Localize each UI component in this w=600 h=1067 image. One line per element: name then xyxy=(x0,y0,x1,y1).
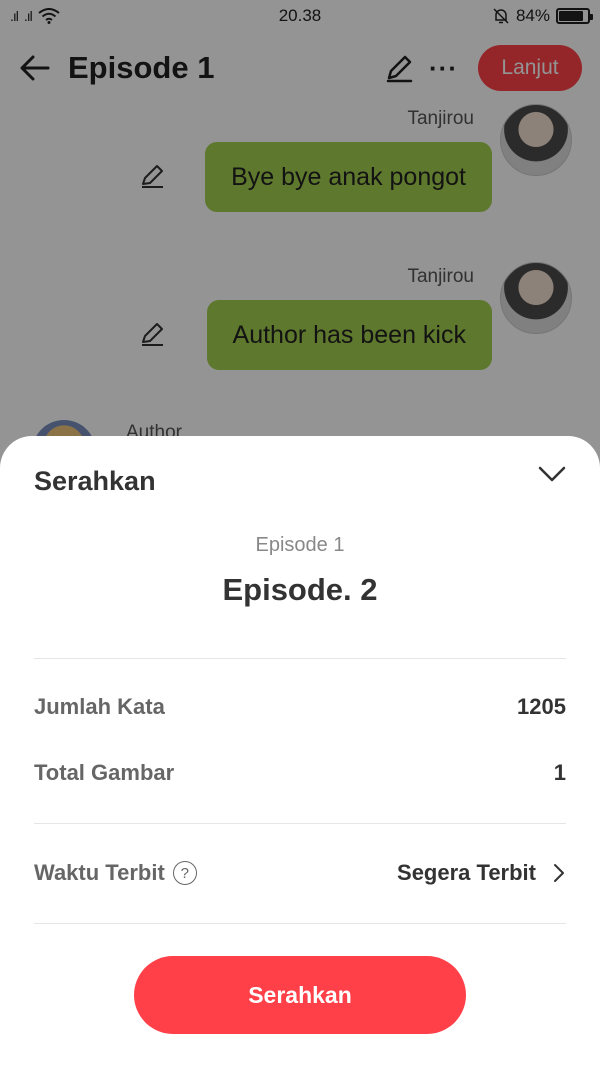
submit-button[interactable]: Serahkan xyxy=(134,956,466,1034)
image-count-label: Total Gambar xyxy=(34,760,175,785)
submit-sheet: Serahkan Episode 1 Episode. 2 Jumlah Kat… xyxy=(0,436,600,1067)
publish-time-value-group: Segera Terbit xyxy=(397,860,566,886)
sheet-title: Serahkan xyxy=(34,466,156,496)
word-count-label: Jumlah Kata xyxy=(34,694,165,719)
chevron-right-icon xyxy=(554,864,564,882)
word-count-value: 1205 xyxy=(517,694,566,719)
divider xyxy=(34,658,566,659)
image-count-row: Total Gambar 1 xyxy=(34,760,566,786)
episode-label: Episode 1 xyxy=(255,534,345,556)
help-icon[interactable]: ? xyxy=(172,861,197,885)
publish-time-label-group: Waktu Terbit ? xyxy=(34,860,197,886)
episode-title: Episode. 2 xyxy=(222,572,378,607)
publish-time-label: Waktu Terbit xyxy=(34,860,165,885)
publish-time-value: Segera Terbit xyxy=(397,860,536,885)
word-count-row: Jumlah Kata 1205 xyxy=(34,694,566,720)
divider xyxy=(34,923,566,924)
divider xyxy=(34,823,566,824)
chevron-down-icon[interactable] xyxy=(536,462,568,486)
image-count-value: 1 xyxy=(553,760,566,785)
publish-time-row[interactable]: Waktu Terbit ? Segera Terbit xyxy=(34,860,566,886)
